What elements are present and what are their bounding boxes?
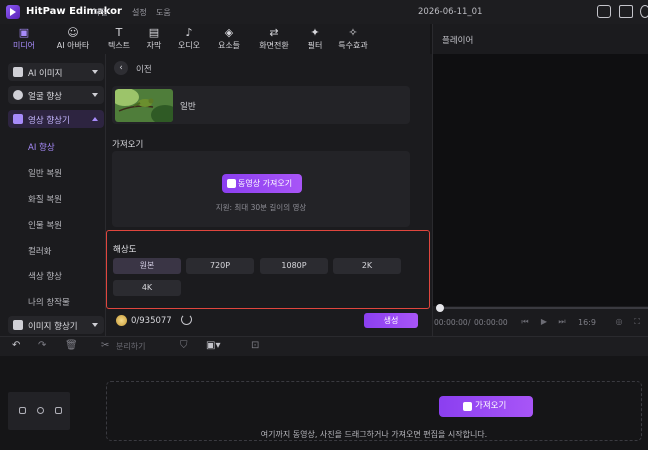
track-visibility-icon[interactable] [37, 407, 44, 414]
shield-icon[interactable]: ⛉ [180, 340, 188, 352]
crop-icon[interactable]: ⊡ [251, 340, 259, 352]
video-enhancer-icon [13, 114, 23, 124]
mode-label: 일반 [180, 102, 196, 112]
resolution-original-button[interactable]: 원본 [113, 258, 181, 274]
timeline-import-button[interactable]: 가져오기 [439, 396, 533, 417]
progress-handle[interactable] [436, 304, 444, 312]
transition-icon: ⇄ [269, 26, 279, 39]
step-back-icon[interactable]: ⏮ [520, 317, 530, 327]
sidebar-category-ai-image[interactable]: AI 이미지 [8, 63, 104, 81]
sidebar-item-ai-enhance[interactable]: AI 향상 [28, 141, 55, 153]
menu-file[interactable]: 파일 [93, 7, 108, 18]
sidebar-item-quality-restore[interactable]: 화질 복원 [28, 193, 62, 205]
tool-audio[interactable]: ♪ 오디오 [171, 24, 207, 54]
coin-icon [116, 315, 127, 326]
aspect-ratio[interactable]: 16:9 [578, 318, 596, 327]
track-lock-icon[interactable] [19, 407, 26, 414]
resolution-heading: 해상도 [113, 245, 137, 255]
menu-settings[interactable]: 설정 [132, 7, 147, 18]
credits-value: 0/935077 [131, 316, 172, 326]
undo-icon[interactable]: ↶ [12, 340, 20, 352]
time-current: 00:00:00 [434, 318, 468, 327]
text-icon: T [115, 26, 123, 39]
media-icon: ▣ [18, 26, 30, 39]
step-forward-icon[interactable]: ⏭ [557, 317, 567, 327]
add-video-icon [227, 179, 236, 188]
chevron-down-icon [92, 70, 98, 74]
resolution-4k-button[interactable]: 4K [113, 280, 181, 296]
sidebar-category-face-enhance[interactable]: 얼굴 향상 [8, 86, 104, 104]
back-button[interactable]: ‹ [114, 61, 128, 75]
menu-help[interactable]: 도움 [156, 7, 171, 18]
import-hint: 지원: 최대 30분 길이의 영상 [215, 203, 307, 212]
filter-icon: ✦ [310, 26, 320, 39]
track-mute-icon[interactable] [55, 407, 62, 414]
elements-icon: ◈ [224, 26, 234, 39]
sidebar-item-colorize[interactable]: 컬러화 [28, 245, 51, 257]
sidebar-item-portrait-restore[interactable]: 인물 복원 [28, 219, 62, 231]
feedback-icon[interactable] [619, 5, 633, 18]
sidebar-item-general-restore[interactable]: 일반 복원 [28, 167, 62, 179]
refresh-icon[interactable] [181, 314, 192, 325]
time-separator: / [468, 318, 471, 327]
resolution-1080p-button[interactable]: 1080P [260, 258, 328, 274]
sidebar-category-image-enhancer[interactable]: 이미지 향상기 [8, 316, 104, 334]
tool-transition[interactable]: ⇄ 화면전환 [253, 24, 295, 54]
fullscreen-icon[interactable]: ⛶ [632, 317, 642, 327]
tool-media[interactable]: ▣ 미디어 [6, 24, 42, 54]
project-name: 2026-06-11_01 [418, 7, 483, 17]
delete-icon[interactable]: 🗑 [65, 340, 78, 352]
tool-ai-avatar[interactable]: ☺ AI 아바타 [52, 24, 94, 54]
avatar-icon: ☺ [67, 26, 79, 39]
split-icon[interactable]: ✂ [101, 340, 109, 352]
chevron-down-icon [92, 323, 98, 327]
back-label[interactable]: 이전 [136, 63, 152, 75]
ai-image-icon [13, 67, 23, 77]
layout-icon[interactable] [597, 5, 611, 18]
timeline-toolbar [0, 336, 648, 356]
player-screen[interactable] [433, 54, 648, 306]
text-tool-icon[interactable]: ▣▾ [206, 340, 220, 352]
sidebar-item-my-creations[interactable]: 나의 창작물 [28, 296, 70, 308]
face-icon [13, 90, 23, 100]
redo-icon[interactable]: ↷ [38, 340, 46, 352]
player-title: 플레이어 [442, 36, 474, 46]
tool-subtitle[interactable]: ▤ 자막 [136, 24, 172, 54]
sidebar-category-video-enhancer[interactable]: 영상 향상기 [8, 110, 104, 128]
add-file-icon [463, 402, 472, 411]
tool-elements[interactable]: ◈ 요소들 [211, 24, 247, 54]
split-label[interactable]: 분리하기 [116, 341, 145, 352]
effects-icon: ✧ [348, 26, 358, 39]
play-icon[interactable]: ▶ [539, 317, 549, 327]
tool-filter[interactable]: ✦ 필터 [297, 24, 333, 54]
sidebar-item-color-enhance[interactable]: 색상 향상 [28, 270, 62, 282]
progress-track[interactable] [440, 307, 648, 309]
snapshot-icon[interactable]: ◎ [614, 317, 624, 327]
resolution-720p-button[interactable]: 720P [186, 258, 254, 274]
tool-effects[interactable]: ✧ 특수효과 [332, 24, 374, 54]
subtitle-icon: ▤ [148, 26, 160, 39]
time-total: 00:00:00 [474, 318, 508, 327]
download-icon[interactable] [640, 5, 648, 18]
mode-thumbnail [115, 89, 173, 122]
tool-text[interactable]: T 텍스트 [101, 24, 137, 54]
chevron-down-icon [92, 93, 98, 97]
resolution-2k-button[interactable]: 2K [333, 258, 401, 274]
image-enhancer-icon [13, 320, 23, 330]
import-heading: 가져오기 [112, 140, 144, 150]
app-logo-icon [6, 5, 20, 19]
generate-button[interactable]: 생성 [364, 313, 418, 328]
audio-icon: ♪ [185, 26, 193, 39]
chevron-up-icon [92, 117, 98, 121]
timeline-hint: 여기까지 동영상, 사진을 드래그하거나 가져오면 편집을 시작합니다. [260, 430, 488, 439]
